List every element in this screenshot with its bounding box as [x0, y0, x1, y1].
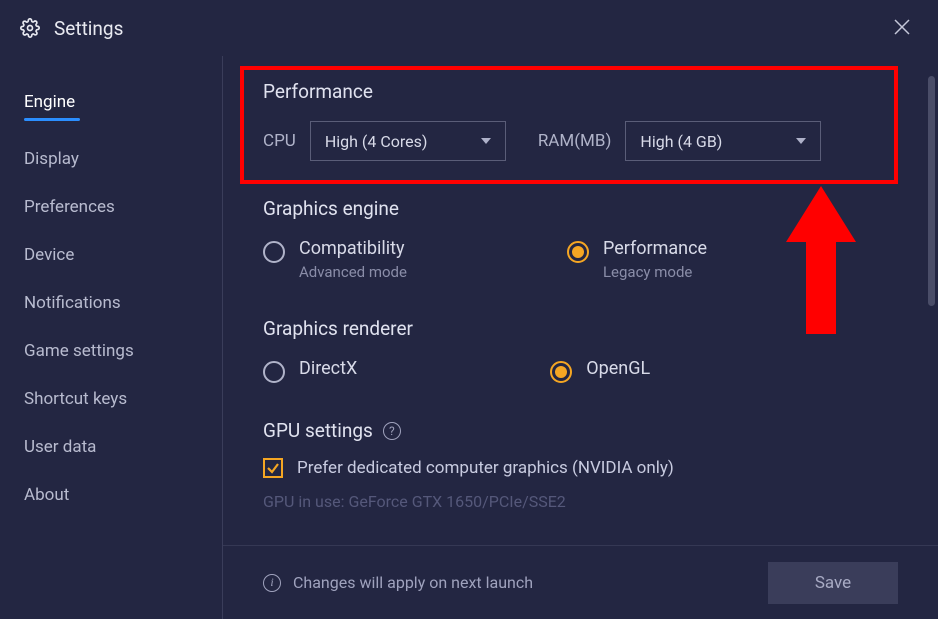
ram-value: High (4 GB) — [640, 132, 722, 151]
radio-opengl[interactable]: OpenGL — [550, 358, 650, 383]
sidebar-item-label: Notifications — [24, 293, 121, 313]
gpu-heading: GPU settings — [263, 419, 373, 442]
radio-icon — [263, 361, 285, 383]
main-panel: Performance CPU High (4 Cores) RAM(MB) H… — [223, 56, 938, 619]
ram-label: RAM(MB) — [538, 131, 612, 151]
sidebar-item-notifications[interactable]: Notifications — [0, 279, 222, 327]
graphics-engine-heading: Graphics engine — [263, 197, 898, 220]
sidebar: Engine Display Preferences Device Notifi… — [0, 56, 223, 619]
performance-section: Performance CPU High (4 Cores) RAM(MB) H… — [263, 80, 898, 161]
radio-compatibility[interactable]: Compatibility Advanced mode — [263, 238, 407, 281]
gpu-checkbox[interactable] — [263, 458, 283, 478]
save-button[interactable]: Save — [768, 562, 898, 604]
radio-sub: Legacy mode — [603, 263, 707, 281]
sidebar-item-label: Engine — [24, 92, 75, 112]
radio-label: OpenGL — [586, 358, 650, 379]
scrollbar[interactable] — [928, 76, 935, 306]
sidebar-item-label: Preferences — [24, 197, 115, 217]
cpu-select[interactable]: High (4 Cores) — [310, 121, 506, 161]
cpu-label: CPU — [263, 131, 296, 151]
help-icon[interactable]: ? — [383, 422, 401, 440]
radio-sub: Advanced mode — [299, 263, 407, 281]
info-icon: i — [263, 574, 281, 592]
close-button[interactable] — [886, 12, 918, 45]
sidebar-item-label: Display — [24, 149, 79, 169]
performance-heading: Performance — [263, 80, 898, 103]
gpu-in-use: GPU in use: GeForce GTX 1650/PCIe/SSE2 — [263, 492, 898, 511]
radio-icon — [263, 241, 285, 263]
gpu-checkbox-label: Prefer dedicated computer graphics (NVID… — [297, 458, 674, 478]
titlebar: Settings — [0, 0, 938, 56]
sidebar-item-label: Shortcut keys — [24, 389, 127, 409]
footer: i Changes will apply on next launch Save — [223, 545, 938, 619]
sidebar-item-engine[interactable]: Engine — [0, 78, 222, 135]
sidebar-item-label: Device — [24, 245, 74, 265]
chevron-down-icon — [796, 138, 806, 144]
save-label: Save — [815, 573, 851, 593]
radio-label: Compatibility — [299, 238, 407, 259]
footer-note: Changes will apply on next launch — [293, 573, 533, 592]
sidebar-item-shortcut-keys[interactable]: Shortcut keys — [0, 375, 222, 423]
cpu-value: High (4 Cores) — [325, 132, 428, 151]
ram-select[interactable]: High (4 GB) — [625, 121, 821, 161]
radio-performance[interactable]: Performance Legacy mode — [567, 238, 707, 281]
sidebar-item-preferences[interactable]: Preferences — [0, 183, 222, 231]
graphics-engine-section: Graphics engine Compatibility Advanced m… — [263, 197, 898, 281]
close-icon — [894, 19, 910, 35]
check-icon — [266, 461, 280, 475]
gear-icon — [20, 18, 40, 38]
sidebar-item-label: Game settings — [24, 341, 134, 361]
graphics-renderer-heading: Graphics renderer — [263, 317, 898, 340]
sidebar-item-about[interactable]: About — [0, 471, 222, 519]
radio-label: Performance — [603, 238, 707, 259]
radio-label: DirectX — [299, 358, 357, 379]
sidebar-item-game-settings[interactable]: Game settings — [0, 327, 222, 375]
sidebar-item-device[interactable]: Device — [0, 231, 222, 279]
gpu-section: GPU settings ? Prefer dedicated computer… — [263, 419, 898, 511]
sidebar-item-user-data[interactable]: User data — [0, 423, 222, 471]
radio-icon — [567, 241, 589, 263]
radio-icon — [550, 361, 572, 383]
graphics-renderer-section: Graphics renderer DirectX OpenGL — [263, 317, 898, 383]
sidebar-item-display[interactable]: Display — [0, 135, 222, 183]
chevron-down-icon — [481, 138, 491, 144]
sidebar-item-label: User data — [24, 437, 96, 457]
sidebar-item-label: About — [24, 485, 69, 505]
radio-directx[interactable]: DirectX — [263, 358, 357, 383]
settings-title: Settings — [54, 17, 123, 40]
